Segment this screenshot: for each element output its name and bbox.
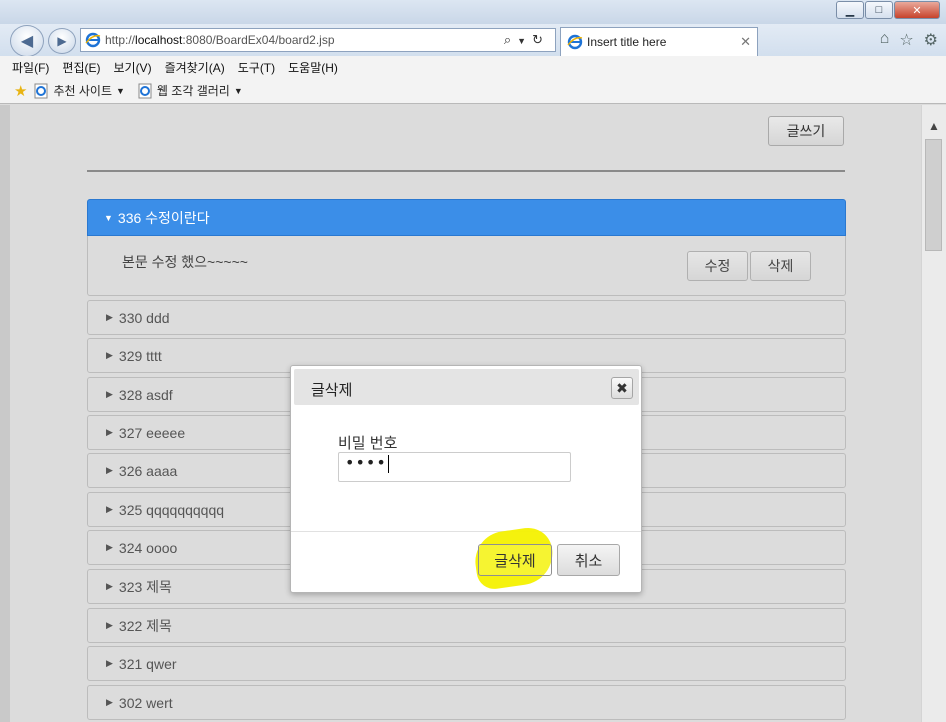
post-title: 326 aaaa (118, 462, 178, 479)
close-window-button[interactable]: ✕ (894, 1, 940, 19)
window-controls: ▁ □ ✕ (835, 1, 940, 19)
post-title: 322 제목 (118, 617, 172, 634)
password-field[interactable]: •••• (338, 452, 571, 482)
post-title: 329 tttt (118, 347, 162, 364)
divider (87, 170, 845, 172)
text-cursor (387, 454, 389, 473)
navigation-bar: ◀ ▶ http://localhost:8080/BoardEx04/boar… (0, 24, 946, 57)
delete-post-button[interactable]: 삭제 (750, 251, 811, 281)
close-tab-icon[interactable]: ✕ (740, 34, 751, 50)
url-protocol: http:// (105, 33, 136, 47)
menu-view[interactable]: 보기(V) (113, 59, 151, 76)
address-tools[interactable]: ⌕▼↻ (504, 32, 549, 48)
cancel-button[interactable]: 취소 (557, 544, 620, 576)
menu-help[interactable]: 도움말(H) (288, 59, 338, 76)
post-body: 본문 수정 했으~~~~~ 수정 삭제 (87, 236, 846, 296)
favorites-bar: ★ 추천 사이트 ▼ 웹 조각 갤러리 ▼ (0, 78, 946, 104)
post-header-open[interactable]: ▼ 336 수정이란다 (87, 199, 846, 236)
caret-right-icon: ▶ (106, 389, 113, 399)
post-title: 302 wert (118, 694, 173, 711)
edit-button[interactable]: 수정 (687, 251, 748, 281)
address-bar[interactable]: http://localhost:8080/BoardEx04/board2.j… (80, 28, 556, 52)
suggested-sites-link[interactable]: 추천 사이트 (53, 82, 112, 99)
caret-right-icon: ▶ (106, 350, 113, 360)
post-title: 323 제목 (118, 578, 172, 595)
caret-right-icon: ▶ (106, 697, 113, 707)
ie-logo-icon (567, 34, 583, 50)
post-title: 336 수정이란다 (117, 209, 210, 226)
dialog-divider (291, 531, 641, 532)
caret-right-icon: ▶ (106, 658, 113, 668)
caret-right-icon: ▶ (106, 581, 113, 591)
list-item[interactable]: ▶ 330 ddd (87, 300, 846, 335)
maximize-button[interactable]: □ (865, 1, 893, 19)
scroll-thumb[interactable] (925, 139, 942, 251)
confirm-delete-button[interactable]: 글삭제 (478, 544, 552, 576)
caret-right-icon: ▶ (106, 465, 113, 475)
list-item[interactable]: ▶ 322 제목 (87, 608, 846, 643)
caret-right-icon: ▶ (106, 542, 113, 552)
scroll-up-icon[interactable]: ▲ (928, 119, 940, 133)
menu-bar: 파일(F) 편집(E) 보기(V) 즐겨찾기(A) 도구(T) 도움말(H) (0, 56, 946, 78)
password-value: •••• (345, 453, 387, 472)
post-title: 330 ddd (118, 309, 170, 326)
menu-favorites[interactable]: 즐겨찾기(A) (165, 59, 225, 76)
gear-icon[interactable]: ⚙ (924, 30, 938, 50)
post-content: 본문 수정 했으~~~~~ (122, 254, 248, 270)
caret-right-icon: ▶ (106, 620, 113, 630)
url-path: :8080/BoardEx04/board2.jsp (182, 33, 335, 47)
dropdown-icon[interactable]: ▼ (116, 86, 125, 96)
back-arrow-icon: ◀ (20, 33, 34, 50)
ie-page-icon (138, 83, 152, 98)
browser-tab[interactable]: Insert title here ✕ (560, 27, 758, 56)
delete-dialog: 글삭제 ✖ 비밀 번호 •••• 글삭제 취소 (290, 365, 642, 593)
password-label: 비밀 번호 (338, 435, 398, 452)
caret-right-icon: ▶ (106, 427, 113, 437)
refresh-icon[interactable]: ↻ (532, 32, 549, 47)
web-slice-gallery-link[interactable]: 웹 조각 갤러리 (157, 82, 230, 99)
post-title: 325 qqqqqqqqqq (118, 501, 225, 518)
forward-arrow-icon: ▶ (57, 34, 67, 48)
menu-edit[interactable]: 편집(E) (62, 59, 100, 76)
list-item[interactable]: ▶ 302 wert (87, 685, 846, 720)
forward-button[interactable]: ▶ (48, 28, 76, 54)
close-icon[interactable]: ✖ (611, 377, 633, 399)
post-title: 321 qwer (118, 655, 177, 672)
ie-page-icon (34, 83, 48, 98)
ie-logo-icon (85, 32, 101, 48)
caret-right-icon: ▶ (106, 504, 113, 514)
post-title: 328 asdf (118, 386, 173, 403)
post-title: 327 eeeee (118, 424, 186, 441)
dialog-title: 글삭제 (311, 382, 353, 399)
favorites-star-icon[interactable]: ★ (14, 82, 27, 100)
home-icon[interactable]: ⌂ (880, 30, 890, 50)
favorites-star-icon[interactable]: ☆ (899, 30, 913, 50)
dialog-header: 글삭제 ✖ (294, 369, 639, 405)
vertical-scrollbar[interactable]: ▲ (921, 105, 946, 722)
menu-file[interactable]: 파일(F) (12, 59, 49, 76)
toolbar-icons: ⌂ ☆ ⚙ (880, 30, 938, 50)
tab-title: Insert title here (587, 35, 667, 49)
menu-tools[interactable]: 도구(T) (238, 59, 275, 76)
window-titlebar: ▁ □ ✕ (0, 0, 946, 24)
caret-right-icon: ▶ (106, 312, 113, 322)
post-title: 324 oooo (118, 539, 178, 556)
dropdown-icon[interactable]: ▼ (234, 86, 243, 96)
minimize-button[interactable]: ▁ (836, 1, 864, 19)
caret-down-icon: ▼ (104, 212, 113, 223)
back-button[interactable]: ◀ (10, 25, 44, 57)
list-item[interactable]: ▶ 321 qwer (87, 646, 846, 681)
dropdown-icon[interactable]: ▼ (517, 36, 532, 46)
write-button[interactable]: 글쓰기 (768, 116, 844, 146)
search-icon[interactable]: ⌕ (504, 32, 517, 47)
url-host: localhost (135, 33, 183, 47)
